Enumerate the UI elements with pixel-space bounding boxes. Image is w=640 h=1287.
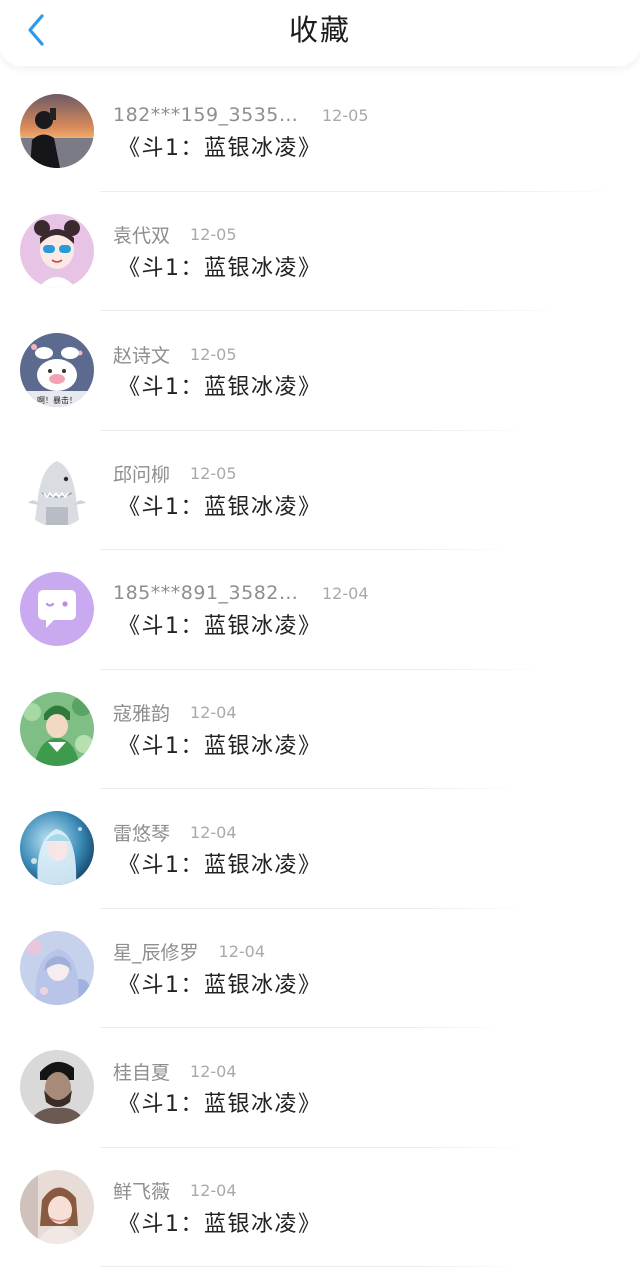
girl-photo-avatar[interactable] xyxy=(20,1169,94,1244)
cartoon-girl-avatar[interactable] xyxy=(20,213,94,288)
list-item[interactable]: 鲜飞薇 12-04 《斗1：蓝银冰凌》 xyxy=(0,1148,640,1267)
list-item[interactable]: 邱问柳 12-05 《斗1：蓝银冰凌》 xyxy=(0,431,640,550)
pastel-anime-avatar[interactable] xyxy=(20,930,94,1005)
list-item[interactable]: 雷悠琴 12-04 《斗1：蓝银冰凌》 xyxy=(0,789,640,909)
user-name: 赵诗文 xyxy=(113,344,171,367)
book-title[interactable]: 《斗1：蓝银冰凌》 xyxy=(118,847,322,879)
user-name: 袁代双 xyxy=(113,225,171,247)
item-meta: 鲜飞薇 12-04 xyxy=(113,1178,237,1204)
person-sunset-avatar[interactable] xyxy=(20,94,94,168)
man-portrait-avatar[interactable] xyxy=(20,1050,94,1124)
book-title[interactable]: 《斗1：蓝银冰凌》 xyxy=(118,369,322,401)
book-title[interactable]: 《斗1：蓝银冰凌》 xyxy=(118,608,322,640)
item-date: 12-04 xyxy=(190,1061,237,1081)
divider xyxy=(100,1266,525,1267)
item-meta: 袁代双 12-05 xyxy=(113,222,237,248)
list-item[interactable]: 桂自夏 12-04 《斗1：蓝银冰凌》 xyxy=(0,1028,640,1148)
book-title[interactable]: 《斗1：蓝银冰凌》 xyxy=(118,1206,322,1238)
item-meta: 寇雅韵 12-04 xyxy=(113,700,237,726)
user-name: 雷悠琴 xyxy=(113,822,171,845)
book-title[interactable]: 《斗1：蓝银冰凌》 xyxy=(118,489,322,521)
chat-bubble-avatar[interactable] xyxy=(20,572,94,646)
list-item[interactable]: 185***891_3582034… 12-04 《斗1：蓝银冰凌》 xyxy=(0,550,640,670)
cartoon-rabbit-avatar[interactable]: 啊！暴击！ xyxy=(20,333,94,407)
item-meta: 赵诗文 12-05 xyxy=(113,341,237,367)
book-title[interactable]: 《斗1：蓝银冰凌》 xyxy=(118,728,322,760)
item-meta: 桂自夏 12-04 xyxy=(113,1058,237,1084)
list-item[interactable]: 星_辰修罗 12-04 《斗1：蓝银冰凌》 xyxy=(0,909,640,1028)
item-meta: 星_辰修罗 12-04 xyxy=(113,939,265,965)
item-date: 12-05 xyxy=(190,344,237,364)
item-date: 12-04 xyxy=(190,1181,237,1200)
item-date: 12-04 xyxy=(190,822,237,842)
item-date: 12-04 xyxy=(190,703,237,722)
user-name: 185***891_3582034… xyxy=(113,582,299,604)
shark-doll-avatar[interactable] xyxy=(20,452,94,527)
item-meta: 182***159_3535249… 12-05 xyxy=(113,102,369,128)
item-date: 12-04 xyxy=(322,583,369,603)
book-title[interactable]: 《斗1：蓝银冰凌》 xyxy=(118,130,322,162)
favorites-list: 182***159_3535249… 12-05 《斗1：蓝银冰凌》 袁代双 1… xyxy=(0,72,640,1267)
top-bar: 收藏 xyxy=(0,0,640,66)
item-date: 12-04 xyxy=(218,942,266,961)
page-title: 收藏 xyxy=(288,13,351,47)
user-name: 鲜飞薇 xyxy=(113,1181,171,1203)
item-meta: 雷悠琴 12-04 xyxy=(113,819,237,845)
green-anime-avatar[interactable] xyxy=(20,691,94,766)
blue-anime-avatar[interactable] xyxy=(20,811,94,885)
list-item[interactable]: 袁代双 12-05 《斗1：蓝银冰凌》 xyxy=(0,192,640,311)
user-name: 桂自夏 xyxy=(113,1061,171,1084)
item-meta: 邱问柳 12-05 xyxy=(113,461,237,487)
book-title[interactable]: 《斗1：蓝银冰凌》 xyxy=(118,967,322,999)
book-title[interactable]: 《斗1：蓝银冰凌》 xyxy=(118,1086,322,1118)
svg-text:啊！暴击！: 啊！暴击！ xyxy=(37,395,77,405)
list-item[interactable]: 182***159_3535249… 12-05 《斗1：蓝银冰凌》 xyxy=(0,72,640,192)
list-item[interactable]: 寇雅韵 12-04 《斗1：蓝银冰凌》 xyxy=(0,670,640,789)
list-item[interactable]: 啊！暴击！ 赵诗文 12-05 《斗1：蓝银冰凌》 xyxy=(0,311,640,431)
item-date: 12-05 xyxy=(190,225,237,244)
item-date: 12-05 xyxy=(190,464,237,483)
user-name: 星_辰修罗 xyxy=(113,942,199,964)
user-name: 182***159_3535249… xyxy=(113,104,299,126)
user-name: 寇雅韵 xyxy=(113,703,171,725)
book-title[interactable]: 《斗1：蓝银冰凌》 xyxy=(118,250,322,282)
item-date: 12-05 xyxy=(322,105,369,125)
user-name: 邱问柳 xyxy=(113,464,171,486)
item-meta: 185***891_3582034… 12-04 xyxy=(113,580,369,606)
